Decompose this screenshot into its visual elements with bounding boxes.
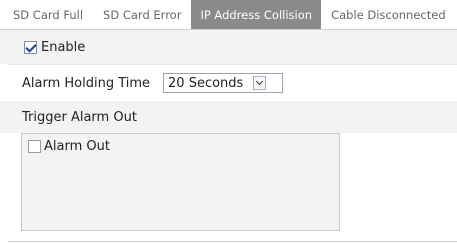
alarm-holding-time-row: Alarm Holding Time 20 Seconds [0,65,457,101]
divider [8,241,457,242]
tab-cable-disconnected[interactable]: Cable Disconnected [321,0,456,29]
enable-label: Enable [41,39,86,55]
tab-bar: SD Card Full SD Card Error IP Address Co… [0,0,457,30]
enable-row: Enable [0,30,457,64]
chevron-down-icon [255,77,264,86]
tab-ip-address-collision[interactable]: IP Address Collision [191,0,322,29]
tab-sd-card-error[interactable]: SD Card Error [93,0,191,29]
enable-checkbox[interactable] [24,40,37,54]
alarm-out-item: Alarm Out [28,139,110,154]
alarm-out-checkbox[interactable] [28,140,41,153]
alarm-out-label: Alarm Out [44,139,110,154]
alarm-holding-time-select[interactable]: 20 Seconds [163,73,284,93]
dropdown-button[interactable] [253,76,267,90]
trigger-alarm-out-label: Trigger Alarm Out [22,109,137,125]
alarm-holding-time-label: Alarm Holding Time [22,75,151,91]
alarm-out-panel: Alarm Out [21,133,340,231]
tab-sd-card-full[interactable]: SD Card Full [0,0,93,29]
alarm-holding-time-value: 20 Seconds [168,75,244,91]
trigger-alarm-out-row: Trigger Alarm Out [0,101,457,133]
